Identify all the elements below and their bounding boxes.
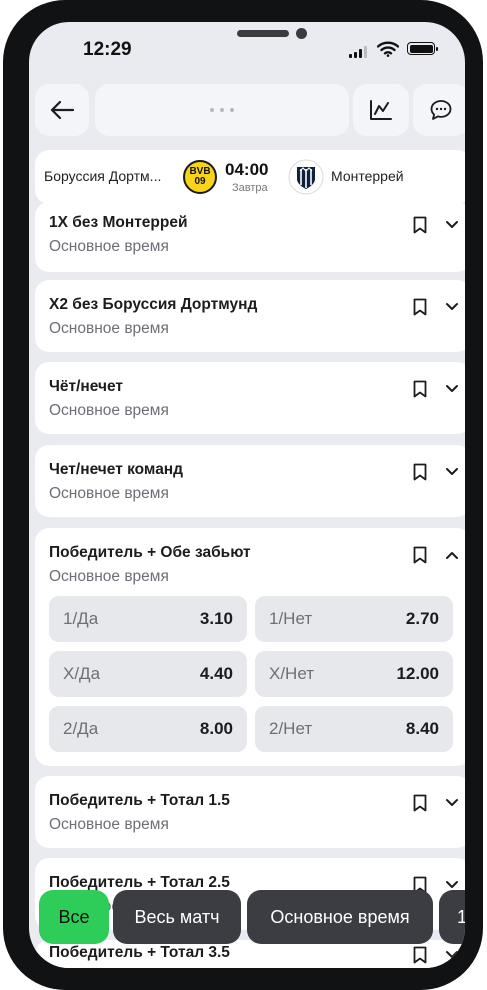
bookmark-icon[interactable]: [413, 216, 427, 234]
odd-button[interactable]: Х/Да 4.40: [49, 651, 247, 697]
odd-button[interactable]: 2/Да 8.00: [49, 706, 247, 752]
battery-icon: [407, 42, 438, 55]
chevron-down-icon[interactable]: [445, 384, 459, 394]
mute-switch: [3, 146, 9, 186]
market-card[interactable]: Чёт/нечет Основное время: [35, 362, 465, 434]
bookmark-icon[interactable]: [413, 380, 427, 398]
market-title: Победитель + Тотал 3.5: [49, 944, 230, 961]
odd-button[interactable]: 1/Да 3.10: [49, 596, 247, 642]
away-team-name: Монтеррей: [331, 168, 404, 184]
odd-value: 3.10: [199, 609, 233, 628]
market-title: X2 без Боруссия Дортмунд: [49, 296, 258, 313]
away-team-logo: [288, 159, 324, 195]
power-button: [477, 250, 483, 365]
cellular-signal-icon: [349, 46, 367, 58]
chevron-up-icon[interactable]: [445, 550, 459, 560]
chevron-down-icon[interactable]: [445, 220, 459, 230]
chevron-down-icon[interactable]: [445, 467, 459, 477]
market-subtitle: Основное время: [49, 238, 169, 255]
market-subtitle: Основное время: [49, 816, 169, 833]
odd-value: 2.70: [405, 609, 439, 628]
volume-down-button: [3, 318, 9, 393]
chevron-down-icon[interactable]: [445, 880, 459, 890]
market-subtitle: Основное время: [49, 402, 169, 419]
loading-dots-icon: [210, 108, 234, 112]
odd-label: 1/Нет: [269, 609, 313, 628]
match-header[interactable]: Боруссия Дортм... BVB 09 04:00 Завтра Мон…: [35, 150, 465, 204]
market-card[interactable]: Победитель + Тотал 3.5: [35, 940, 465, 968]
bookmark-icon[interactable]: [413, 794, 427, 812]
filter-chip-more[interactable]: 1: [439, 890, 465, 944]
odd-label: 2/Да: [63, 719, 99, 738]
chevron-down-icon[interactable]: [445, 302, 459, 312]
market-card[interactable]: Победитель + Обе забьют Основное время 1/Д…: [35, 528, 465, 766]
odd-label: 2/Нет: [269, 719, 313, 738]
home-team-name: Боруссия Дортм...: [44, 168, 162, 184]
market-title: Чет/нечет команд: [49, 461, 184, 478]
top-bar: [35, 84, 465, 136]
phone-frame: 12:29 Боруссия Дортм... BVB 09 04:00 Зав…: [3, 0, 483, 990]
market-card[interactable]: Победитель + Тотал 1.5 Основное время: [35, 776, 465, 848]
bookmark-icon[interactable]: [413, 463, 427, 481]
volume-up-button: [3, 220, 9, 295]
odd-label: Х/Да: [63, 664, 101, 683]
stats-chart-icon: [370, 100, 392, 120]
market-card[interactable]: 1X без Монтеррей Основное время: [35, 202, 465, 272]
bookmark-icon[interactable]: [413, 298, 427, 316]
bookmark-icon[interactable]: [413, 946, 427, 964]
wifi-icon: [377, 41, 399, 57]
odd-button[interactable]: Х/Нет 12.00: [255, 651, 453, 697]
filter-chip-full-match[interactable]: Весь матч: [113, 890, 241, 944]
kickoff-day: Завтра: [232, 182, 268, 194]
chevron-down-icon[interactable]: [445, 950, 459, 960]
market-subtitle: Основное время: [49, 568, 169, 585]
odd-button[interactable]: 1/Нет 2.70: [255, 596, 453, 642]
market-card[interactable]: Чет/нечет команд Основное время: [35, 445, 465, 517]
back-arrow-icon: [50, 100, 75, 120]
odd-value: 12.00: [396, 664, 439, 683]
home-logo-text: BVB 09: [189, 166, 211, 187]
screen: 12:29 Боруссия Дортм... BVB 09 04:00 Зав…: [29, 22, 465, 968]
odd-button[interactable]: 2/Нет 8.40: [255, 706, 453, 752]
odd-label: 1/Да: [63, 609, 99, 628]
home-team-logo: BVB 09: [183, 160, 217, 194]
chat-button[interactable]: [413, 84, 465, 136]
chat-icon: [430, 100, 452, 120]
filter-chip-all[interactable]: Все: [39, 890, 109, 944]
bookmark-icon[interactable]: [413, 546, 427, 564]
market-title: 1X без Монтеррей: [49, 214, 188, 231]
market-title: Победитель + Тотал 1.5: [49, 792, 230, 809]
market-title: Победитель + Обе забьют: [49, 544, 251, 561]
odd-label: Х/Нет: [269, 664, 315, 683]
stats-button[interactable]: [353, 84, 409, 136]
chevron-down-icon[interactable]: [445, 798, 459, 808]
market-card[interactable]: X2 без Боруссия Дортмунд Основное время: [35, 280, 465, 352]
market-subtitle: Основное время: [49, 485, 169, 502]
status-bar: 12:29: [29, 22, 465, 80]
status-time: 12:29: [83, 39, 132, 60]
odd-value: 4.40: [199, 664, 233, 683]
market-subtitle: Основное время: [49, 320, 169, 337]
match-info-bar[interactable]: [95, 84, 349, 136]
odd-value: 8.40: [405, 719, 439, 738]
odd-value: 8.00: [199, 719, 233, 738]
back-button[interactable]: [35, 84, 89, 136]
kickoff-time: 04:00: [225, 160, 269, 179]
market-title: Чёт/нечет: [49, 378, 124, 395]
filter-chip-regular-time[interactable]: Основное время: [247, 890, 433, 944]
